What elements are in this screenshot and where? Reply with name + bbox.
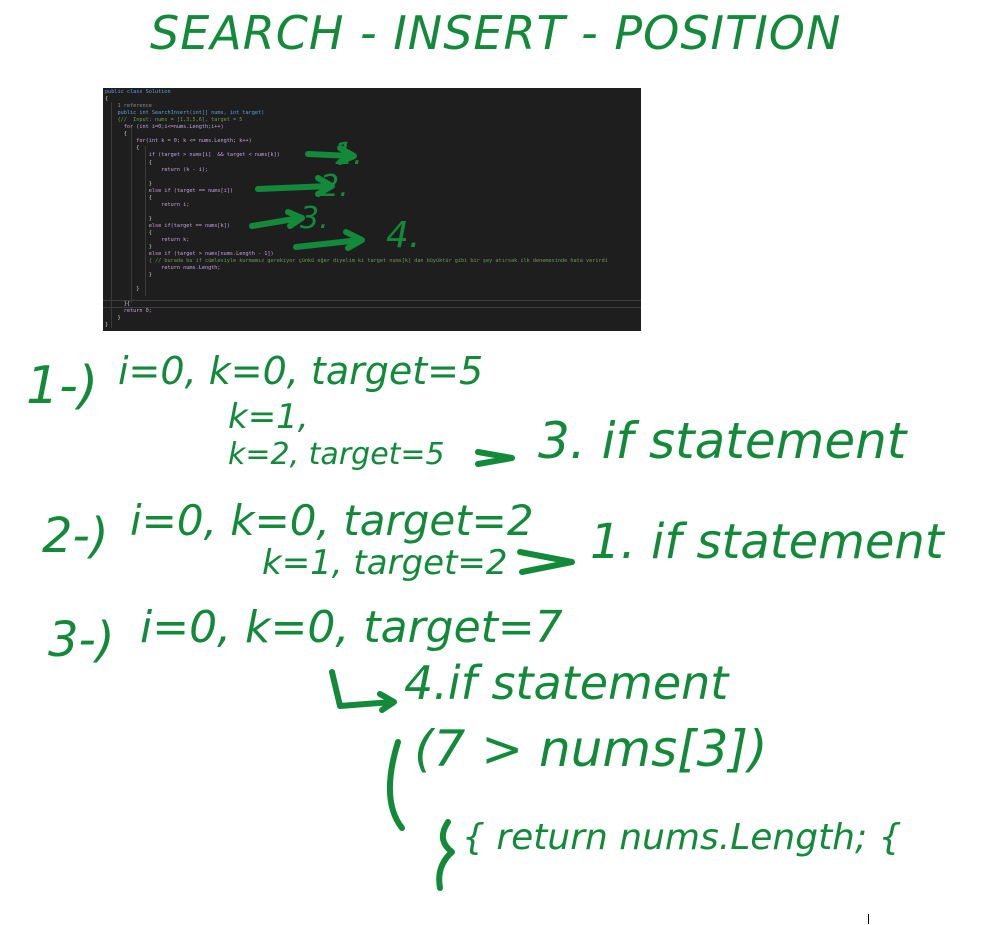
- note-2-label: 2-): [42, 508, 109, 564]
- note-2-result: 1. if statement: [590, 514, 944, 570]
- note-1-label: 1-): [26, 356, 99, 416]
- note-2-line-1: i=0, k=0, target=2: [130, 496, 534, 545]
- arrow-n1: [475, 449, 515, 467]
- note-1-result: 3. if statement: [538, 412, 907, 470]
- note-1-line-1: i=0, k=0, target=5: [118, 349, 484, 393]
- note-1-line-2: k=1,: [228, 397, 309, 437]
- note-1-line-3: k=2, target=5: [228, 437, 445, 472]
- arrow-n2: [517, 549, 575, 575]
- note-3-line-1: i=0, k=0, target=7: [140, 602, 563, 653]
- text-cursor: [868, 914, 869, 924]
- arrow-label-2: 2.: [320, 169, 349, 204]
- bracket-left: [386, 739, 405, 831]
- note-3-check: (7 > nums[3]): [414, 720, 768, 778]
- note-3-label: 3-): [48, 612, 115, 668]
- arrow-3: [249, 209, 305, 229]
- note-3-result: 4.if statement: [404, 656, 729, 710]
- arrow-label-4: 4.: [386, 215, 421, 256]
- note-2-line-2: k=1, target=2: [262, 543, 508, 583]
- note-3-return: { return nums.Length; {: [462, 817, 902, 858]
- brace-left: [436, 819, 455, 891]
- arrow-label-1: 1.: [334, 137, 363, 172]
- arrow-n3: [329, 669, 397, 713]
- arrow-label-3: 3.: [300, 201, 329, 236]
